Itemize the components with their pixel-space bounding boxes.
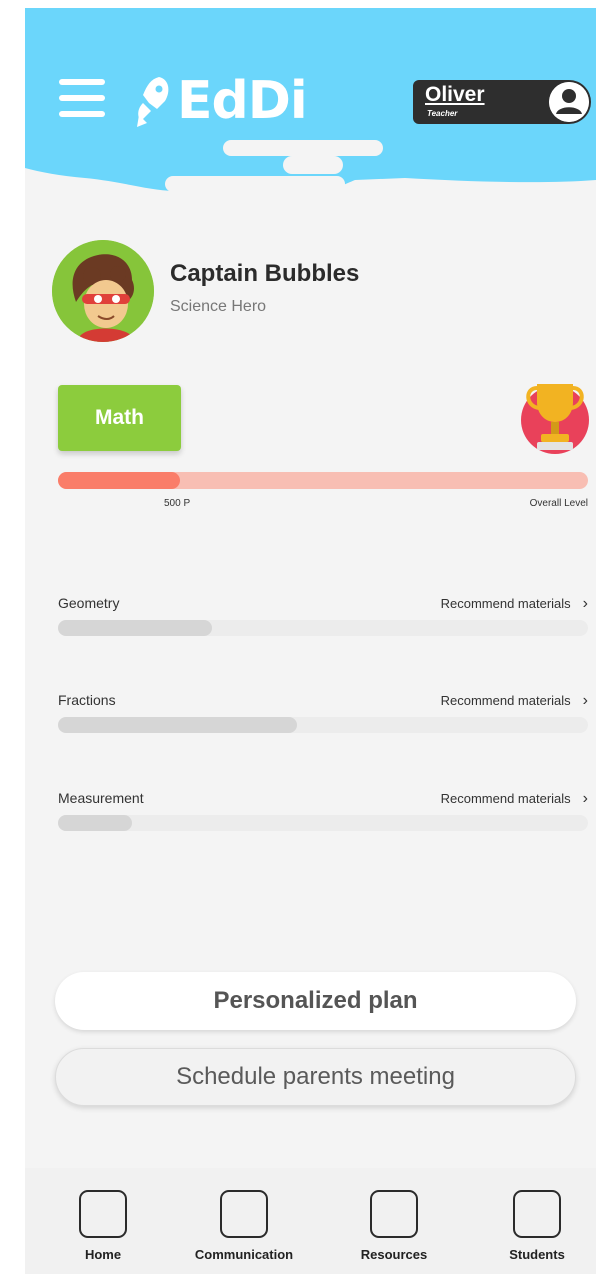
- chevron-right-icon: ›: [582, 692, 588, 709]
- students-icon: [513, 1190, 561, 1238]
- topic-row-geometry: Geometry Recommend materials ›: [58, 595, 588, 645]
- app-header: EdDi Oliver Teacher: [25, 8, 596, 198]
- app-screen: EdDi Oliver Teacher Captain Bubbles Scie…: [25, 8, 596, 1274]
- nav-item-resources[interactable]: Resources: [334, 1190, 454, 1270]
- overall-level-progress: [58, 472, 588, 489]
- nav-item-students[interactable]: Students: [477, 1190, 596, 1270]
- topic-progress-fill: [58, 815, 133, 831]
- topic-progress-track: [58, 717, 588, 733]
- recommend-materials-link[interactable]: Recommend materials ›: [441, 595, 588, 613]
- home-icon: [79, 1190, 127, 1238]
- overall-level-fill: [58, 472, 180, 489]
- nav-label: Resources: [360, 1247, 428, 1262]
- recommend-materials-label: Recommend materials: [440, 791, 571, 806]
- app-logo[interactable]: EdDi: [133, 66, 308, 136]
- topic-progress-fill: [58, 717, 297, 733]
- recommend-materials-label: Recommend materials: [440, 596, 571, 611]
- chevron-right-icon: ›: [582, 790, 588, 807]
- student-title: Science Hero: [170, 298, 267, 315]
- user-avatar-icon: [549, 82, 589, 122]
- topic-row-measurement: Measurement Recommend materials ›: [58, 790, 588, 840]
- app-name: EdDi: [177, 71, 308, 131]
- topic-row-fractions: Fractions Recommend materials ›: [58, 692, 588, 742]
- communication-icon: [220, 1190, 268, 1238]
- student-avatar: [52, 240, 154, 342]
- recommend-materials-link[interactable]: Recommend materials ›: [441, 692, 588, 710]
- topic-progress-fill: [58, 620, 212, 636]
- subject-math-button[interactable]: Math: [58, 385, 181, 451]
- nav-label: Home: [84, 1247, 122, 1262]
- bottom-navigation: Home Communication Resources Students: [25, 1168, 596, 1274]
- resources-icon: [370, 1190, 418, 1238]
- nav-item-communication[interactable]: Communication: [184, 1190, 304, 1270]
- user-name: Oliver: [425, 83, 485, 106]
- topic-progress-track: [58, 620, 588, 636]
- user-profile-chip[interactable]: Oliver Teacher: [413, 80, 591, 124]
- topic-name: Geometry: [58, 595, 120, 611]
- topic-progress-track: [58, 815, 588, 831]
- nav-item-home[interactable]: Home: [43, 1190, 163, 1270]
- menu-icon[interactable]: [59, 79, 105, 119]
- overall-level-label: Overall Level: [529, 498, 588, 509]
- recommend-materials-link[interactable]: Recommend materials ›: [441, 790, 588, 808]
- schedule-parents-meeting-button[interactable]: Schedule parents meeting: [55, 1048, 576, 1106]
- chevron-right-icon: ›: [582, 595, 588, 612]
- rocket-logo-icon: [137, 77, 169, 127]
- level-points: 500 P: [164, 498, 191, 509]
- topic-name: Fractions: [58, 692, 116, 708]
- personalized-plan-button[interactable]: Personalized plan: [55, 972, 576, 1030]
- student-name: Captain Bubbles: [170, 260, 360, 287]
- nav-label: Students: [509, 1247, 565, 1262]
- topic-name: Measurement: [58, 790, 144, 806]
- recommend-materials-label: Recommend materials: [440, 693, 571, 708]
- trophy-icon[interactable]: [519, 380, 591, 456]
- user-role: Teacher: [427, 109, 458, 118]
- nav-label: Communication: [194, 1247, 294, 1262]
